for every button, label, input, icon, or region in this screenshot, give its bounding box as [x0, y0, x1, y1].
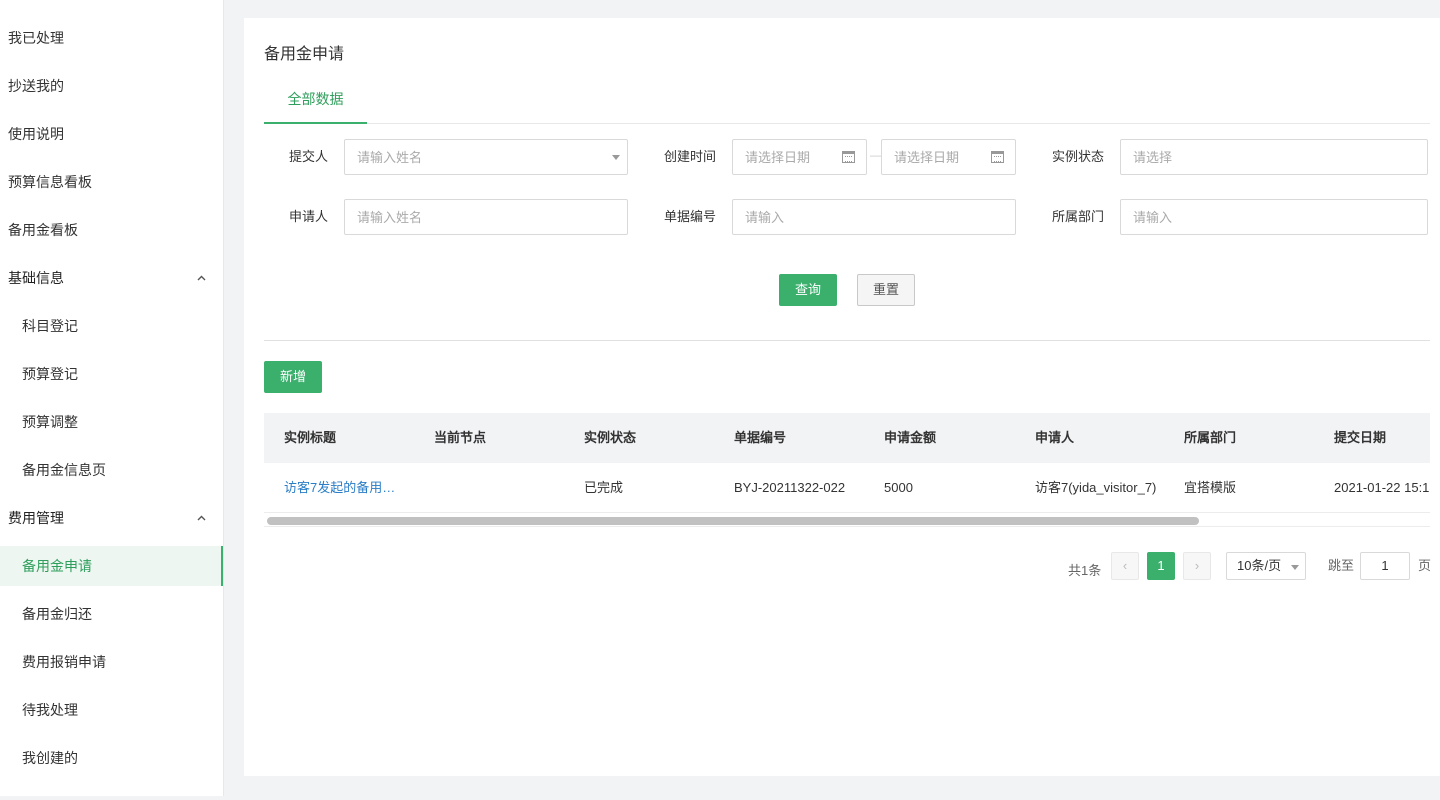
sidebar-group-basic-info[interactable]: 基础信息	[0, 258, 223, 298]
column-header[interactable]: 当前节点	[434, 413, 486, 463]
sidebar-group-label: 费用管理	[8, 510, 64, 526]
sidebar-item-label: 预算登记	[22, 366, 78, 382]
column-header[interactable]: 实例标题	[284, 413, 336, 463]
doc-number-label: 单据编号	[663, 209, 716, 224]
table-row[interactable]: 访客7发起的备用… 已完成 BYJ-20211322-022 5000 访客7(…	[264, 463, 1430, 513]
chevron-right-icon: ›	[1194, 558, 1200, 573]
sidebar-item-my-todo[interactable]: 待我处理	[0, 690, 223, 730]
sidebar: 我已处理 抄送我的 使用说明 预算信息看板 备用金看板 基础信息 科目登记 预算…	[0, 0, 224, 796]
sidebar-item-my-created[interactable]: 我创建的	[0, 738, 223, 778]
column-header[interactable]: 实例状态	[584, 413, 636, 463]
tab-all-data[interactable]: 全部数据	[264, 88, 367, 124]
page-title: 备用金申请	[264, 46, 345, 63]
horizontal-scrollbar[interactable]	[267, 517, 1199, 525]
table-cell: 2021-01-22 15:13	[1334, 480, 1430, 495]
sidebar-item-label: 我已处理	[8, 30, 64, 46]
sidebar-item-cc-me[interactable]: 抄送我的	[0, 66, 223, 106]
section-divider	[264, 340, 1430, 341]
sidebar-item-budget-dashboard[interactable]: 预算信息看板	[0, 162, 223, 202]
sidebar-group-expense-mgmt[interactable]: 费用管理	[0, 498, 223, 538]
applicant-input[interactable]	[344, 199, 628, 235]
jump-page-input[interactable]: 1	[1360, 552, 1410, 580]
table-cell: BYJ-20211322-022	[734, 480, 846, 495]
chevron-left-icon: ‹	[1122, 558, 1128, 573]
chevron-up-icon	[197, 498, 206, 538]
sidebar-item-label: 备用金信息页	[22, 462, 106, 478]
sidebar-group-label: 基础信息	[8, 270, 64, 286]
sidebar-item-label: 费用报销申请	[22, 654, 106, 670]
column-header[interactable]: 所属部门	[1184, 413, 1236, 463]
sidebar-item-label: 我创建的	[22, 750, 78, 766]
next-page-button[interactable]: ›	[1183, 552, 1211, 580]
sidebar-item-label: 科目登记	[22, 318, 78, 334]
page-number-current[interactable]: 1	[1147, 552, 1175, 580]
instance-title-link[interactable]: 访客7发起的备用…	[284, 463, 394, 513]
sidebar-item-expense-claim[interactable]: 费用报销申请	[0, 642, 223, 682]
column-header[interactable]: 申请人	[1035, 413, 1074, 463]
instance-status-select[interactable]	[1120, 139, 1428, 175]
add-button[interactable]: 新增	[264, 361, 322, 393]
chevron-down-icon	[1291, 565, 1299, 570]
sidebar-item-label: 备用金看板	[8, 222, 78, 238]
sidebar-item-label: 备用金申请	[22, 558, 92, 574]
main-panel: 备用金申请 全部数据 提交人 创建时间 — 实例状态 申请人 单据编号 所属部门…	[244, 18, 1440, 776]
table-cell: 已完成	[584, 480, 624, 495]
table-header: 实例标题 当前节点 实例状态 单据编号 申请金额 申请人 所属部门 提交日期	[264, 413, 1430, 463]
doc-number-input[interactable]	[732, 199, 1016, 235]
sidebar-item-reserve-apply[interactable]: 备用金申请	[0, 546, 223, 586]
sidebar-item-label: 预算信息看板	[8, 174, 92, 190]
chevron-up-icon	[197, 258, 206, 298]
page-unit-label: 页	[1418, 558, 1432, 573]
column-header[interactable]: 申请金额	[884, 413, 936, 463]
submitter-select[interactable]	[344, 139, 628, 175]
calendar-icon[interactable]	[991, 151, 1004, 163]
sidebar-item-budget-adjust[interactable]: 预算调整	[0, 402, 223, 442]
sidebar-item-label: 备用金归还	[22, 606, 92, 622]
sidebar-item-instructions[interactable]: 使用说明	[0, 114, 223, 154]
pagination-total: 共1条	[1068, 563, 1102, 578]
department-label: 所属部门	[1051, 209, 1104, 224]
submitter-label: 提交人	[288, 149, 328, 164]
sidebar-item-reserve-dashboard[interactable]: 备用金看板	[0, 210, 223, 250]
column-header[interactable]: 单据编号	[734, 413, 786, 463]
page-size-select[interactable]: 10条/页	[1226, 552, 1306, 580]
table-cell: 宜搭模版	[1184, 480, 1237, 495]
sidebar-item-subject-registry[interactable]: 科目登记	[0, 306, 223, 346]
table-cell: 访客7(yida_visitor_7)	[1035, 480, 1157, 495]
chevron-down-icon	[612, 155, 620, 160]
reset-button[interactable]: 重置	[857, 274, 915, 306]
department-input[interactable]	[1120, 199, 1428, 235]
sidebar-item-label: 使用说明	[8, 126, 64, 142]
sidebar-item-label: 预算调整	[22, 414, 78, 430]
calendar-icon[interactable]	[842, 151, 855, 163]
query-button[interactable]: 查询	[779, 274, 837, 306]
page-size-value: 10条/页	[1237, 558, 1282, 573]
prev-page-button[interactable]: ‹	[1111, 552, 1139, 580]
applicant-label: 申请人	[288, 209, 328, 224]
tab-bar: 全部数据	[264, 88, 1430, 124]
sidebar-item-label: 抄送我的	[8, 78, 64, 94]
sidebar-item-processed[interactable]: 我已处理	[0, 18, 223, 58]
sidebar-item-label: 待我处理	[22, 702, 78, 718]
instance-status-label: 实例状态	[1051, 149, 1104, 164]
column-header[interactable]: 提交日期	[1334, 413, 1430, 463]
jump-label: 跳至	[1328, 558, 1355, 573]
sidebar-item-reserve-info[interactable]: 备用金信息页	[0, 450, 223, 490]
created-time-label: 创建时间	[663, 149, 716, 164]
sidebar-item-reserve-return[interactable]: 备用金归还	[0, 594, 223, 634]
sidebar-item-budget-registry[interactable]: 预算登记	[0, 354, 223, 394]
table-cell: 5000	[884, 480, 913, 495]
